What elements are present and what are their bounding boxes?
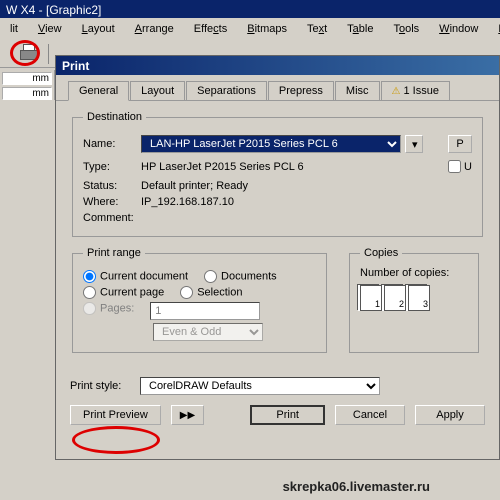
- group-print-range: Print range Current document Documents C…: [72, 247, 327, 353]
- legend-copies: Copies: [360, 247, 402, 259]
- app-titlebar: W X4 - [Graphic2]: [0, 0, 500, 18]
- label-num-copies: Number of copies:: [360, 267, 468, 279]
- unit-box-1[interactable]: mm: [2, 72, 52, 85]
- printer-select[interactable]: LAN-HP LaserJet P2015 Series PCL 6: [141, 135, 401, 153]
- legend-destination: Destination: [83, 111, 146, 123]
- expand-button[interactable]: ▶▶: [171, 405, 204, 425]
- u-checkbox[interactable]: [448, 160, 461, 173]
- tab-general[interactable]: General: [68, 81, 129, 101]
- radio-selection[interactable]: Selection: [180, 286, 242, 299]
- tab-misc[interactable]: Misc: [335, 81, 380, 100]
- print-style-select[interactable]: CorelDRAW Defaults: [140, 377, 380, 395]
- radio-documents[interactable]: Documents: [204, 270, 277, 283]
- printer-browse-button[interactable]: ▾: [405, 135, 423, 153]
- label-print-style: Print style:: [70, 380, 140, 392]
- value-status: Default printer; Ready: [141, 180, 248, 192]
- menu-help[interactable]: Help: [488, 20, 500, 38]
- radio-current-doc[interactable]: Current document: [83, 270, 188, 283]
- print-icon[interactable]: [20, 44, 42, 64]
- menu-bitmaps[interactable]: Bitmaps: [237, 20, 297, 38]
- properties-button[interactable]: P: [448, 135, 472, 153]
- collate-page-2: 2: [384, 285, 406, 311]
- tab-issue[interactable]: 1 Issue: [381, 81, 450, 100]
- menu-effects[interactable]: Effects: [184, 20, 237, 38]
- legend-range: Print range: [83, 247, 145, 259]
- collate-page-1: 1: [360, 285, 382, 311]
- unit-box-2[interactable]: mm: [2, 87, 52, 100]
- even-odd-select: Even & Odd: [153, 323, 263, 341]
- group-destination: Destination Name: LAN-HP LaserJet P2015 …: [72, 111, 483, 237]
- apply-button[interactable]: Apply: [415, 405, 485, 425]
- label-where: Where:: [83, 196, 141, 208]
- menu-arrange[interactable]: Arrange: [125, 20, 184, 38]
- group-copies: Copies Number of copies: 1 2 3: [349, 247, 479, 353]
- main-menubar: lit View Layout Arrange Effects Bitmaps …: [0, 18, 500, 40]
- label-status: Status:: [83, 180, 141, 192]
- pages-input: [150, 302, 260, 320]
- tab-separations[interactable]: Separations: [186, 81, 267, 100]
- coord-panel: mm mm: [0, 70, 55, 100]
- value-where: IP_192.168.187.10: [141, 196, 234, 208]
- radio-pages: Pages:: [83, 302, 134, 320]
- value-type: HP LaserJet P2015 Series PCL 6: [141, 161, 304, 173]
- menu-layout[interactable]: Layout: [72, 20, 125, 38]
- cancel-button[interactable]: Cancel: [335, 405, 405, 425]
- dialog-title: Print: [56, 56, 499, 75]
- label-type: Type:: [83, 161, 141, 173]
- print-preview-button[interactable]: Print Preview: [70, 405, 161, 425]
- menu-text[interactable]: Text: [297, 20, 337, 38]
- u-label: U: [464, 161, 472, 173]
- tab-layout[interactable]: Layout: [130, 81, 185, 100]
- print-dialog: Print General Layout Separations Prepres…: [55, 55, 500, 460]
- tab-strip: General Layout Separations Prepress Misc…: [56, 81, 499, 101]
- menu-table[interactable]: Table: [337, 20, 383, 38]
- label-name: Name:: [83, 138, 141, 150]
- menu-view[interactable]: View: [28, 20, 72, 38]
- menu-edit[interactable]: lit: [0, 20, 28, 38]
- radio-current-page[interactable]: Current page: [83, 286, 164, 299]
- menu-tools[interactable]: Tools: [383, 20, 429, 38]
- collate-page-3: 3: [408, 285, 430, 311]
- tab-prepress[interactable]: Prepress: [268, 81, 334, 100]
- menu-window[interactable]: Window: [429, 20, 488, 38]
- label-comment: Comment:: [83, 212, 141, 224]
- print-button[interactable]: Print: [250, 405, 325, 425]
- watermark: skrepka06.livemaster.ru: [283, 479, 430, 494]
